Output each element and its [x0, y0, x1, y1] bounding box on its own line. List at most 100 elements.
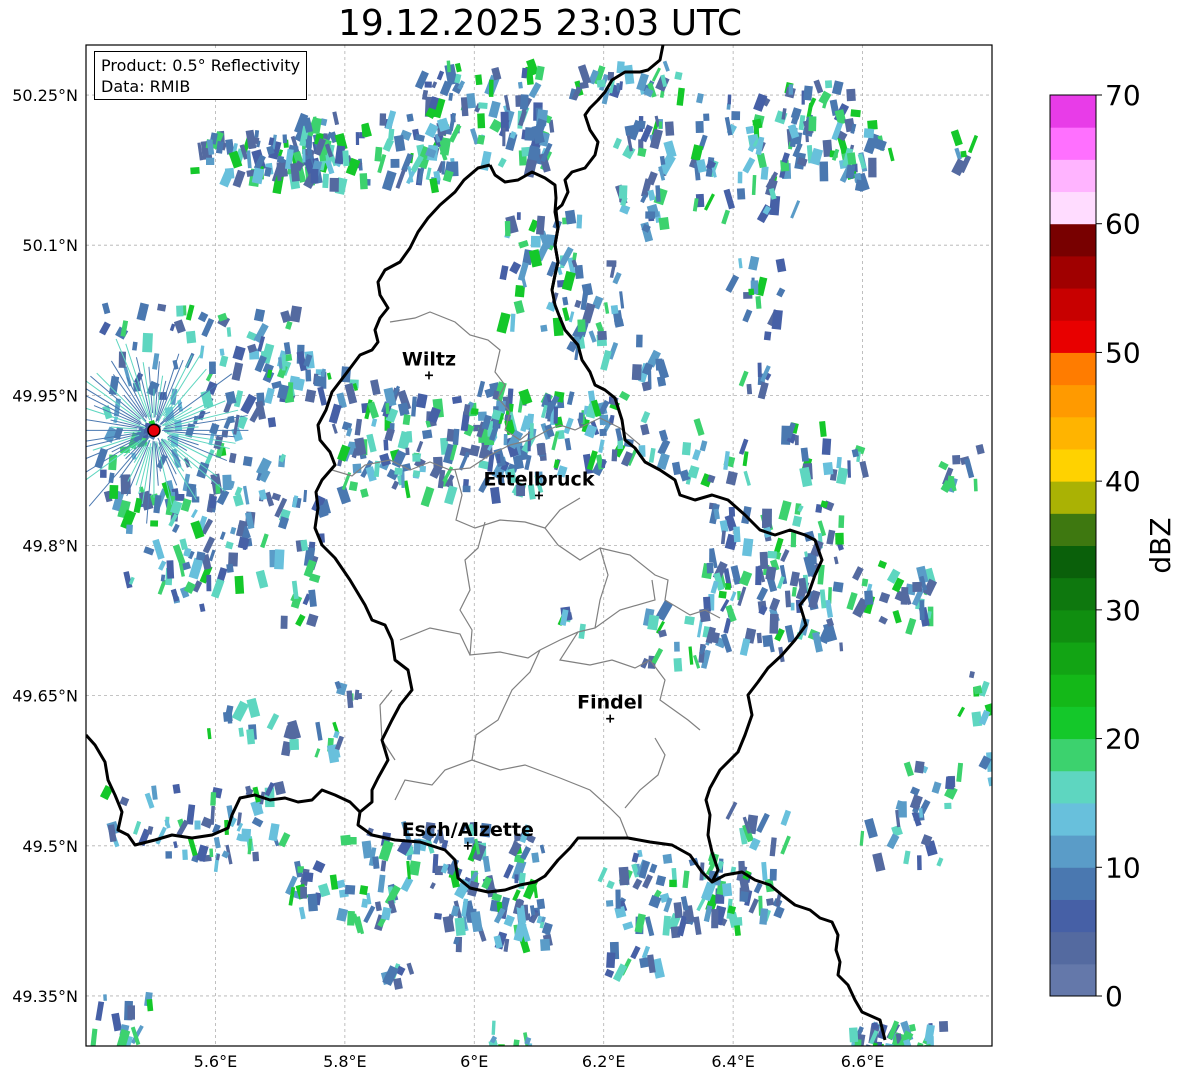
radar-map: Wiltz Ettelbruck Findel Esch/Alzette 5.6°E 5… [12, 44, 1177, 1071]
city-label: Ettelbruck [484, 468, 595, 490]
echo-cell [150, 520, 159, 527]
echo-cell [578, 412, 584, 424]
echo-cell [517, 81, 523, 89]
echo-cell [684, 615, 695, 626]
echo-cell [246, 728, 256, 745]
echo-cell [960, 150, 967, 158]
echo-cell [767, 550, 777, 559]
echo-cell [703, 113, 710, 121]
echo-cell [912, 581, 923, 593]
echo-cell [355, 693, 363, 700]
echo-cell [394, 467, 403, 476]
info-box: Product: 0.5° Reflectivity Data: RMIB [94, 51, 308, 100]
echo-cell [576, 214, 583, 229]
echo-cell [349, 837, 357, 845]
colorbar-segment [1050, 770, 1096, 804]
echo-cell [103, 994, 107, 1001]
lat-tick-label: 49.65°N [12, 687, 78, 706]
product-label: Product: 0.5° Reflectivity [101, 56, 301, 75]
echo-cell [359, 885, 369, 896]
city-label: Esch/Alzette [402, 819, 534, 841]
colorbar-segment [1050, 320, 1096, 353]
echo-cell [433, 912, 442, 920]
echo-cell [503, 433, 508, 446]
echo-cell [664, 121, 675, 136]
echo-cell [209, 848, 214, 858]
echo-cell [504, 220, 511, 237]
colorbar-segment [1050, 384, 1096, 418]
echo-cell [185, 330, 197, 344]
echo-cell [355, 132, 360, 146]
echo-cell [838, 515, 845, 528]
echo-cell [669, 879, 677, 888]
echo-cell [618, 185, 628, 199]
echo-cell [945, 776, 955, 790]
echo-cell [839, 642, 844, 652]
echo-cell [734, 925, 741, 937]
echo-cell [206, 574, 212, 592]
echo-cell [794, 435, 799, 446]
echo-cell [788, 84, 793, 95]
echo-cell [662, 853, 673, 864]
echo-cell [234, 575, 245, 595]
echo-cell [127, 1005, 136, 1020]
echo-cell [615, 889, 621, 909]
echo-cell [674, 641, 680, 652]
colorbar-tick-label: 30 [1105, 594, 1141, 627]
colorbar-segment [1050, 963, 1096, 997]
echo-cell [759, 551, 769, 570]
echo-cell [282, 134, 288, 144]
echo-cell [374, 146, 383, 162]
echo-cell [100, 469, 107, 478]
colorbar-segment [1050, 352, 1096, 386]
echo-cell [755, 296, 762, 309]
echo-cell [227, 415, 235, 424]
echo-cell [757, 362, 762, 377]
echo-cell [611, 449, 618, 462]
echo-cell [535, 215, 546, 235]
echo-cell [771, 309, 783, 330]
echo-cell [574, 264, 584, 280]
echo-cell [673, 657, 683, 672]
colorbar-segment [1050, 288, 1096, 321]
echo-cell [194, 820, 201, 830]
colorbar-segment [1050, 513, 1096, 546]
echo-cell [709, 548, 714, 563]
echo-cell [564, 209, 577, 225]
city-label: Wiltz [402, 348, 456, 370]
echo-cell [390, 158, 400, 168]
echo-cell [658, 216, 670, 231]
echo-cell [195, 551, 206, 561]
echo-cell [406, 430, 413, 443]
echo-cell [540, 938, 551, 951]
echo-cell [182, 849, 188, 861]
colorbar-segment [1050, 738, 1096, 772]
echo-cell [731, 111, 741, 121]
echo-cell [514, 874, 519, 884]
lat-tick-label: 49.95°N [12, 386, 78, 405]
colorbar-segment [1050, 609, 1096, 643]
echo-cell [274, 549, 285, 570]
echo-cell [176, 305, 184, 317]
echo-cell [673, 902, 683, 919]
echo-cell [658, 121, 663, 129]
echo-cell [531, 852, 540, 863]
colorbar-segment [1050, 481, 1096, 514]
echo-cell [637, 147, 647, 158]
lon-tick-label: 5.6°E [194, 1052, 238, 1071]
colorbar-segment [1050, 674, 1096, 707]
echo-cell [530, 235, 541, 248]
echo-cell [521, 67, 528, 79]
echo-cell [898, 801, 907, 818]
echo-cell [424, 81, 432, 88]
echo-cell [540, 324, 548, 332]
echo-cell [821, 438, 832, 455]
echo-cell [748, 288, 755, 296]
colorbar-tick-label: 0 [1105, 980, 1123, 1013]
echo-cell [302, 149, 306, 163]
echo-cell [766, 897, 775, 906]
echo-cell [655, 358, 663, 371]
colorbar-segment [1050, 835, 1096, 868]
echo-cell [300, 886, 307, 899]
echo-cell [769, 868, 777, 881]
